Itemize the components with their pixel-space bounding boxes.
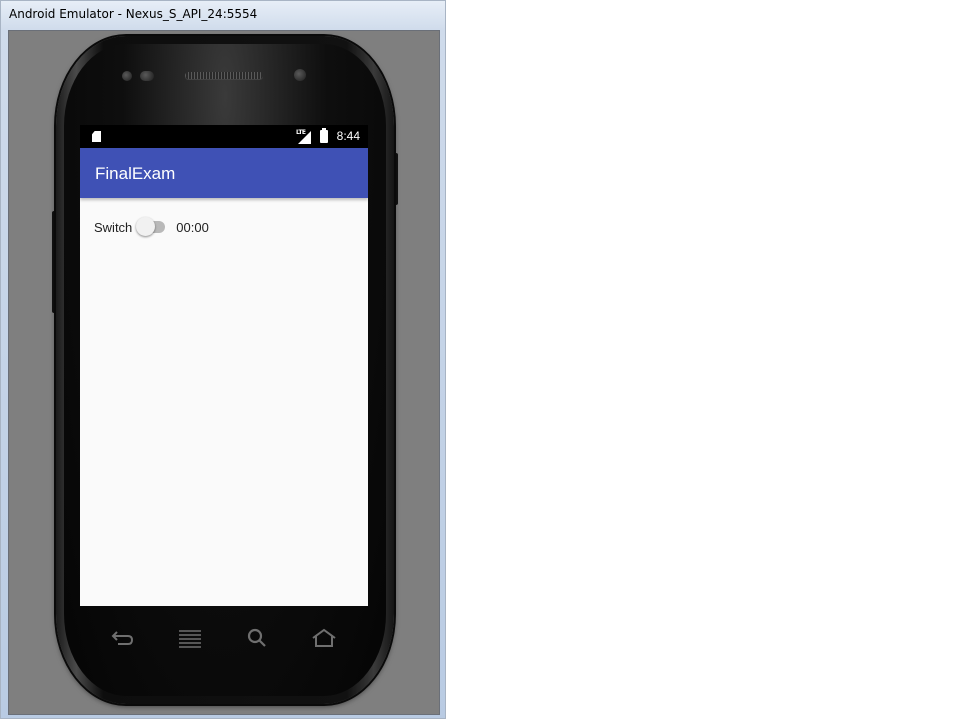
battery-icon bbox=[320, 128, 328, 143]
home-icon[interactable] bbox=[311, 627, 337, 649]
sd-card-icon bbox=[92, 131, 101, 142]
device-screen[interactable]: LTE 8:44 FinalExam Switch 00:00 bbox=[80, 125, 368, 606]
lte-indicator: LTE bbox=[296, 129, 306, 136]
emulator-window: Android Emulator - Nexus_S_API_24:5554 L… bbox=[0, 0, 446, 719]
app-bar: FinalExam bbox=[80, 148, 368, 198]
speaker-grille bbox=[185, 72, 263, 79]
app-title: FinalExam bbox=[95, 164, 176, 183]
light-sensor bbox=[140, 71, 154, 81]
switch-label[interactable]: Switch bbox=[94, 220, 132, 235]
timer-text: 00:00 bbox=[176, 219, 209, 235]
search-icon[interactable] bbox=[244, 627, 270, 649]
window-title: Android Emulator - Nexus_S_API_24:5554 bbox=[9, 7, 258, 21]
status-time: 8:44 bbox=[336, 129, 360, 143]
toggle-switch[interactable] bbox=[136, 217, 166, 237]
switch-row: Switch 00:00 bbox=[94, 217, 209, 237]
back-icon[interactable] bbox=[110, 627, 136, 649]
front-camera bbox=[294, 69, 306, 81]
switch-thumb[interactable] bbox=[136, 217, 156, 236]
status-bar: LTE 8:44 bbox=[80, 125, 368, 148]
proximity-sensor bbox=[122, 71, 132, 81]
emulator-display: LTE 8:44 FinalExam Switch 00:00 bbox=[8, 30, 440, 715]
menu-icon[interactable] bbox=[177, 627, 203, 649]
